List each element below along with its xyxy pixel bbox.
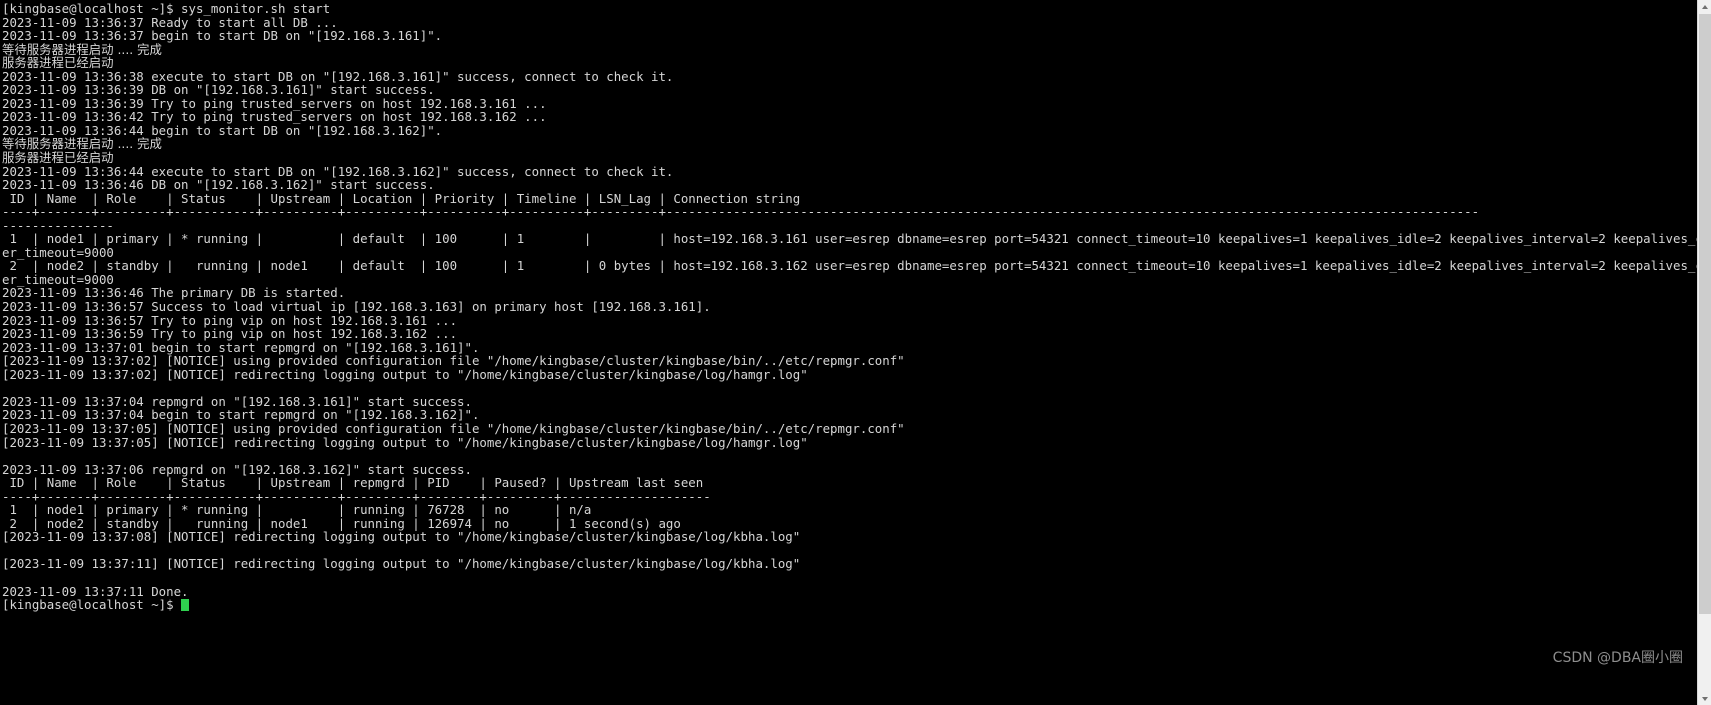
terminal-line: 2023-11-09 13:36:42 Try to ping trusted_… bbox=[2, 109, 547, 125]
terminal-screen: [kingbase@localhost ~]$ sys_monitor.sh s… bbox=[0, 0, 1711, 705]
terminal-line: [2023-11-09 13:37:05] [NOTICE] using pro… bbox=[2, 420, 905, 436]
terminal-line: 2023-11-09 13:36:44 begin to start DB on… bbox=[2, 122, 443, 138]
terminal-line: 2023-11-09 13:36:39 Try to ping trusted_… bbox=[2, 95, 547, 111]
terminal-line: 2023-11-09 13:37:01 begin to start repmg… bbox=[2, 339, 480, 355]
terminal-line: 2 | node2 | standby | running | node1 | … bbox=[2, 258, 1697, 274]
terminal-line: 2023-11-09 13:36:37 Ready to start all D… bbox=[2, 14, 338, 30]
terminal-line: [2023-11-09 13:37:05] [NOTICE] redirecti… bbox=[2, 434, 808, 450]
terminal-line: ----+-------+---------+-----------+-----… bbox=[2, 204, 1480, 220]
terminal-line: 2023-11-09 13:36:37 begin to start DB on… bbox=[2, 28, 443, 44]
terminal-line: [2023-11-09 13:37:02] [NOTICE] redirecti… bbox=[2, 366, 808, 382]
scroll-down-button[interactable] bbox=[1698, 692, 1711, 705]
terminal-line: 2023-11-09 13:36:44 execute to start DB … bbox=[2, 163, 674, 179]
terminal-line: [2023-11-09 13:37:08] [NOTICE] redirecti… bbox=[2, 529, 801, 545]
terminal-line: [2023-11-09 13:37:02] [NOTICE] using pro… bbox=[2, 353, 905, 369]
terminal-line: 服务器进程已经启动 bbox=[2, 150, 114, 166]
terminal-line: 2023-11-09 13:36:38 execute to start DB … bbox=[2, 68, 674, 84]
terminal-line: ID | Name | Role | Status | Upstream | L… bbox=[2, 190, 801, 206]
terminal-line: --------------- bbox=[2, 217, 114, 233]
terminal-line: 2023-11-09 13:36:46 The primary DB is st… bbox=[2, 285, 346, 301]
terminal-line: 2023-11-09 13:36:57 Try to ping vip on h… bbox=[2, 312, 458, 328]
terminal-line: 2023-11-09 13:36:39 DB on "[192.168.3.16… bbox=[2, 82, 435, 98]
terminal-line: 1 | node1 | primary | * running | | defa… bbox=[2, 231, 1697, 247]
terminal-line: ID | Name | Role | Status | Upstream | r… bbox=[2, 475, 704, 491]
terminal-lines: [kingbase@localhost ~]$ sys_monitor.sh s… bbox=[2, 2, 1697, 598]
terminal-line: 2 | node2 | standby | running | node1 | … bbox=[2, 515, 681, 531]
terminal-line: [kingbase@localhost ~]$ sys_monitor.sh s… bbox=[2, 1, 331, 16]
terminal-line: 服务器进程已经启动 bbox=[2, 55, 114, 71]
terminal-line: 2023-11-09 13:37:04 repmgrd on "[192.168… bbox=[2, 393, 472, 409]
terminal-line: 2023-11-09 13:37:11 Done. bbox=[2, 583, 189, 599]
vertical-scrollbar[interactable] bbox=[1697, 0, 1711, 705]
text-cursor bbox=[181, 599, 189, 612]
terminal-line: 等待服务器进程启动 .... 完成 bbox=[2, 41, 162, 57]
terminal-line: 2023-11-09 13:36:57 Success to load virt… bbox=[2, 299, 711, 315]
terminal-line: [2023-11-09 13:37:11] [NOTICE] redirecti… bbox=[2, 556, 801, 572]
terminal-output-area[interactable]: [kingbase@localhost ~]$ sys_monitor.sh s… bbox=[0, 0, 1697, 705]
chevron-up-icon bbox=[1701, 4, 1708, 9]
shell-prompt-line: [kingbase@localhost ~]$ bbox=[2, 598, 1697, 612]
terminal-line: ----+-------+---------+-----------+-----… bbox=[2, 488, 711, 504]
csdn-watermark: CSDN @DBA圈小圈 bbox=[1552, 650, 1683, 666]
terminal-line: 1 | node1 | primary | * running | | runn… bbox=[2, 502, 592, 518]
prompt-text: [kingbase@localhost ~]$ bbox=[2, 597, 182, 613]
terminal-line: er_timeout=9000 bbox=[2, 271, 114, 287]
chevron-down-icon bbox=[1701, 696, 1708, 701]
terminal-line: 2023-11-09 13:37:06 repmgrd on "[192.168… bbox=[2, 461, 472, 477]
terminal-line: 2023-11-09 13:36:46 DB on "[192.168.3.16… bbox=[2, 177, 435, 193]
scrollbar-thumb[interactable] bbox=[1699, 14, 1711, 614]
terminal-line: er_timeout=9000 bbox=[2, 244, 114, 260]
terminal-line: 2023-11-09 13:37:04 begin to start repmg… bbox=[2, 407, 480, 423]
terminal-line: 2023-11-09 13:36:59 Try to ping vip on h… bbox=[2, 326, 458, 342]
scroll-up-button[interactable] bbox=[1698, 0, 1711, 13]
terminal-line: 等待服务器进程启动 .... 完成 bbox=[2, 136, 162, 152]
